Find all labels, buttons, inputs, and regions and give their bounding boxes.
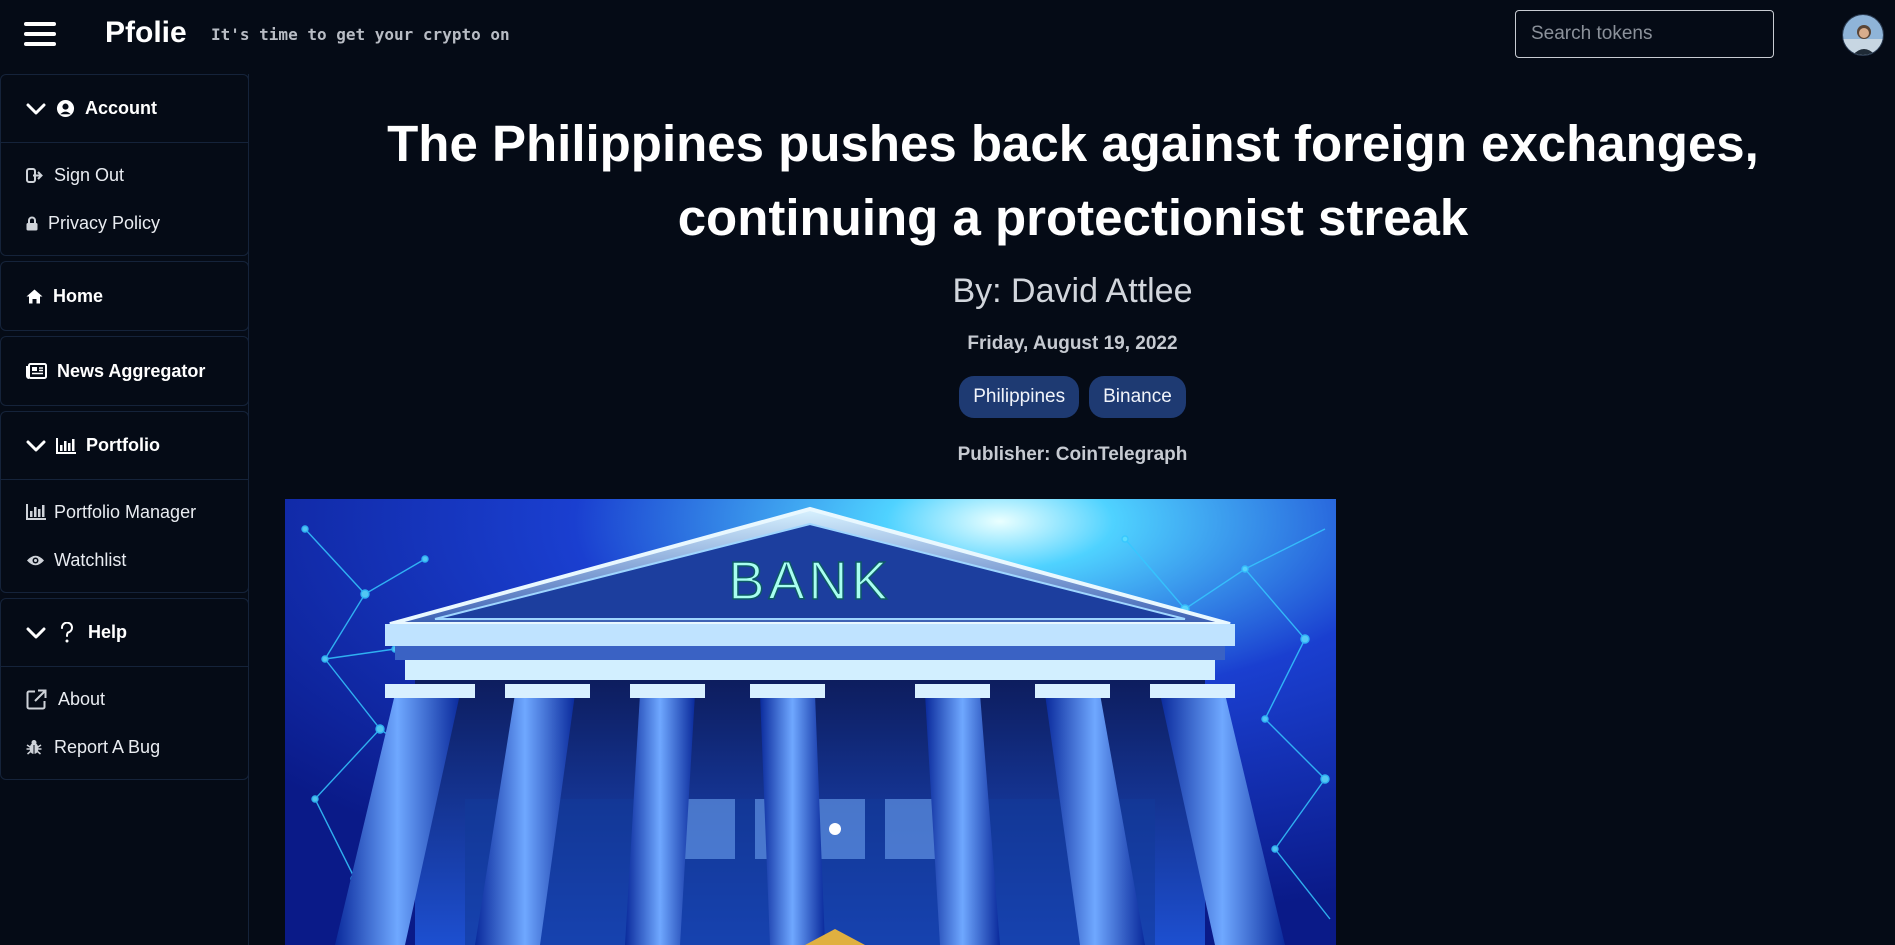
bar-chart-icon bbox=[26, 504, 48, 520]
sidebar-item-label: Watchlist bbox=[54, 549, 127, 570]
sidebar-item-home[interactable]: Home bbox=[1, 262, 248, 330]
sidebar-item-label: Privacy Policy bbox=[48, 212, 161, 233]
sidebar-label-news: News Aggregator bbox=[57, 360, 206, 381]
sidebar-item-report-bug[interactable]: Report A Bug bbox=[1, 723, 248, 771]
question-mark-icon bbox=[60, 621, 74, 644]
user-avatar[interactable] bbox=[1842, 14, 1884, 56]
article-title: The Philippines pushes back against fore… bbox=[387, 115, 1759, 246]
bar-chart-icon bbox=[56, 437, 76, 454]
article-date: Friday, August 19, 2022 bbox=[967, 333, 1178, 354]
sidebar-label-portfolio: Portfolio bbox=[86, 435, 160, 455]
sidebar-item-label: Sign Out bbox=[54, 164, 125, 185]
sidebar-item-sign-out[interactable]: Sign Out bbox=[1, 151, 248, 199]
sidebar-toggle-portfolio[interactable]: Portfolio bbox=[1, 412, 248, 480]
article-publisher: Publisher: CoinTelegraph bbox=[957, 444, 1188, 465]
sidebar-label-home: Home bbox=[53, 285, 104, 306]
home-icon bbox=[26, 289, 43, 304]
bug-icon bbox=[26, 739, 48, 755]
sidebar-group-account: Account Sign Out Privacy Policy bbox=[0, 74, 249, 256]
search-input[interactable] bbox=[1515, 10, 1774, 58]
chevron-down-icon bbox=[26, 622, 48, 644]
user-circle-icon bbox=[56, 99, 75, 118]
sidebar-item-watchlist[interactable]: Watchlist bbox=[1, 536, 248, 584]
eye-icon bbox=[26, 554, 48, 567]
sidebar-item-news-aggregator[interactable]: News Aggregator bbox=[1, 337, 248, 405]
sidebar-item-label: Report A Bug bbox=[54, 736, 161, 757]
article-hero-image: BANK bbox=[285, 499, 1336, 945]
lock-icon bbox=[26, 216, 42, 231]
article-tags: Philippines Binance bbox=[250, 376, 1895, 418]
sidebar-group-home: Home bbox=[0, 261, 249, 331]
hamburger-menu-icon[interactable] bbox=[24, 22, 56, 48]
sidebar-item-about[interactable]: About bbox=[1, 675, 248, 723]
chevron-down-icon bbox=[26, 98, 48, 120]
sidebar-item-label: Portfolio Manager bbox=[54, 501, 197, 522]
sidebar-group-portfolio: Portfolio Portfolio Manager Watchlist bbox=[0, 411, 249, 593]
sidebar-group-news: News Aggregator bbox=[0, 336, 249, 406]
sidebar-item-privacy-policy[interactable]: Privacy Policy bbox=[1, 199, 248, 247]
sidebar-item-portfolio-manager[interactable]: Portfolio Manager bbox=[1, 488, 248, 536]
hero-bank-sign: BANK bbox=[728, 551, 891, 611]
sidebar-label-help: Help bbox=[88, 622, 128, 642]
tag-chip[interactable]: Philippines bbox=[959, 376, 1080, 418]
newspaper-icon bbox=[26, 363, 47, 379]
sidebar-toggle-help[interactable]: Help bbox=[1, 599, 248, 667]
sidebar-toggle-account[interactable]: Account bbox=[1, 75, 248, 143]
external-link-icon bbox=[26, 689, 52, 710]
sidebar-group-help: Help About Report A Bug bbox=[0, 598, 249, 780]
sidebar: Account Sign Out Privacy Policy Home New… bbox=[0, 74, 249, 945]
sign-out-icon bbox=[26, 167, 48, 183]
brand-logo[interactable]: Pfolie bbox=[105, 16, 187, 50]
article-byline: By: David Attlee bbox=[952, 272, 1193, 310]
sidebar-item-label: About bbox=[58, 688, 106, 709]
article-main: The Philippines pushes back against fore… bbox=[250, 72, 1895, 945]
top-bar: Pfolie It's time to get your crypto on bbox=[0, 0, 1895, 72]
tag-chip[interactable]: Binance bbox=[1089, 376, 1186, 418]
sidebar-label-account: Account bbox=[85, 98, 157, 118]
tagline: It's time to get your crypto on bbox=[211, 25, 510, 44]
chevron-down-icon bbox=[26, 435, 48, 457]
